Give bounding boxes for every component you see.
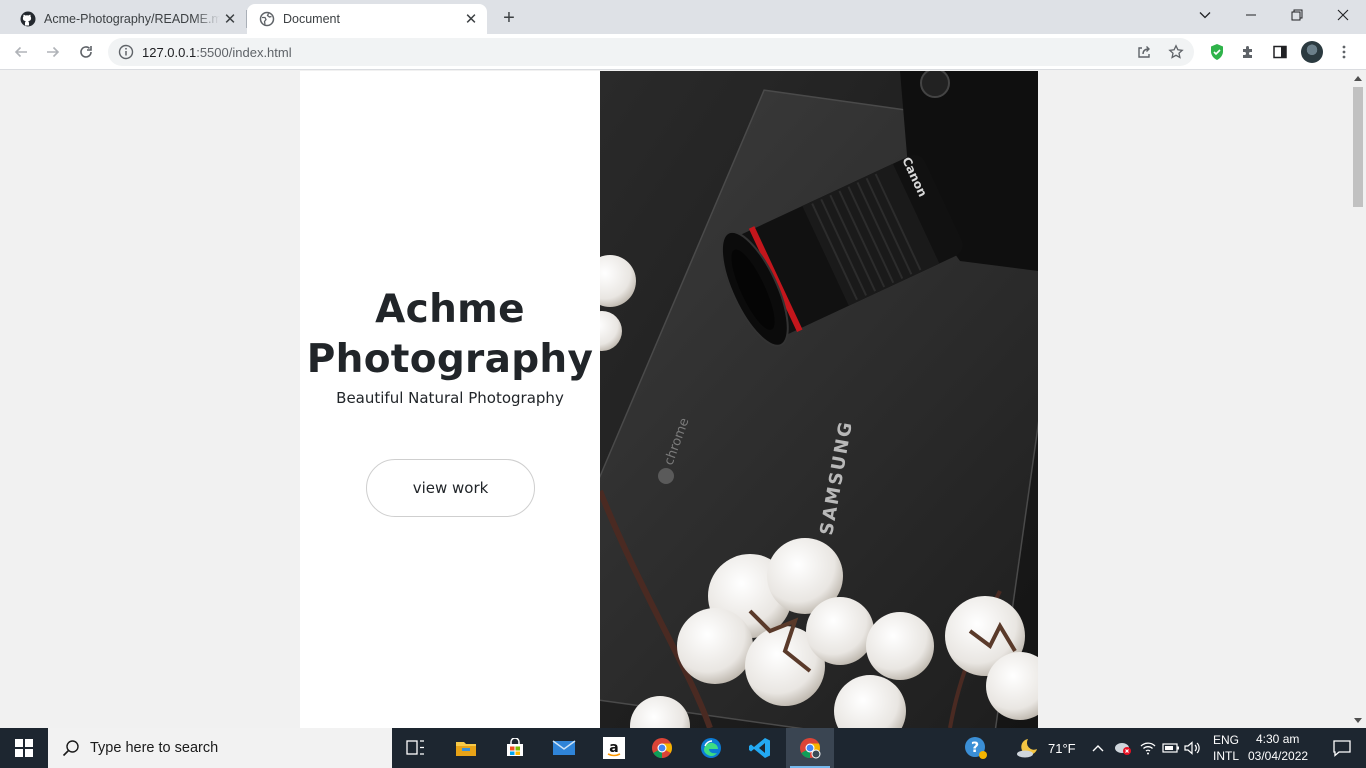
store-icon[interactable] [491,728,539,768]
minimize-icon[interactable] [1228,0,1274,30]
chevron-up-icon[interactable] [1088,728,1108,768]
view-work-button[interactable]: view work [366,459,535,517]
tab-search-icon[interactable] [1182,0,1228,30]
hero-text-panel: Achme Photography Beautiful Natural Phot… [300,71,600,728]
volume-icon[interactable] [1182,728,1204,768]
clock-date[interactable]: 03/04/2022 [1248,749,1308,763]
tab-title: Document [283,12,340,26]
page-viewport: Achme Photography Beautiful Natural Phot… [0,71,1350,728]
new-tab-button[interactable]: + [497,6,521,30]
page-title: Achme Photography [306,287,594,382]
github-icon [20,11,36,27]
svg-text:a: a [609,740,618,756]
back-arrow-icon[interactable] [9,40,33,64]
info-icon[interactable] [118,44,134,60]
close-window-icon[interactable] [1320,0,1366,30]
forward-arrow-icon[interactable] [41,40,65,64]
keyboard-layout[interactable]: INTL [1213,749,1239,763]
hero-photo: chrome SAMSUNG Canon [600,71,1038,728]
windows-start-icon[interactable] [0,728,48,768]
tab-strip: Acme-Photography/README.md ✕ Document ✕ … [0,0,1366,34]
profile-avatar[interactable] [1301,41,1323,63]
search-icon [62,740,79,757]
vertical-scrollbar[interactable] [1350,71,1366,728]
close-icon[interactable]: ✕ [461,9,481,29]
edge-icon[interactable] [687,728,735,768]
scroll-thumb[interactable] [1353,87,1363,207]
url-text: 127.0.0.1:5500/index.html [142,44,292,60]
browser-toolbar: 127.0.0.1:5500/index.html [0,34,1366,70]
amazon-icon[interactable]: a [590,728,638,768]
extensions-puzzle-icon[interactable] [1236,40,1260,64]
adblock-shield-icon[interactable] [1205,40,1229,64]
help-icon[interactable]: ? [952,728,1000,768]
windows-taskbar: Type here to search a ? 71°F ENG INTL 4:… [0,728,1366,768]
vscode-icon[interactable] [736,728,784,768]
language-code[interactable]: ENG [1213,733,1239,747]
notifications-icon[interactable] [1318,728,1366,768]
battery-icon[interactable] [1160,728,1182,768]
close-icon[interactable]: ✕ [220,9,240,29]
globe-icon [259,11,275,27]
scroll-down-arrow-icon[interactable] [1354,718,1362,723]
scroll-up-arrow-icon[interactable] [1354,76,1362,81]
taskbar-search-input[interactable]: Type here to search [48,728,392,768]
side-panel-icon[interactable] [1268,40,1292,64]
network-error-icon[interactable] [1112,728,1134,768]
share-icon[interactable] [1132,40,1156,64]
bookmark-star-icon[interactable] [1164,40,1188,64]
wifi-icon[interactable] [1137,728,1159,768]
chrome-icon[interactable] [638,728,686,768]
kebab-menu-icon[interactable] [1332,40,1356,64]
restore-icon[interactable] [1274,0,1320,30]
weather-moon-icon[interactable] [1004,728,1052,768]
tab-document[interactable]: Document ✕ [247,4,487,34]
tab-readme[interactable]: Acme-Photography/README.md ✕ [8,4,246,34]
weather-temp[interactable]: 71°F [1048,741,1076,756]
page-subtitle: Beautiful Natural Photography [336,389,564,407]
camera-laptop-photo: chrome SAMSUNG Canon [600,71,1038,728]
mail-icon[interactable] [540,728,588,768]
chrome-active-icon[interactable] [786,728,834,768]
reload-icon[interactable] [74,40,98,64]
address-bar[interactable]: 127.0.0.1:5500/index.html [108,38,1194,66]
clock-time[interactable]: 4:30 am [1256,732,1299,746]
svg-text:?: ? [971,740,979,756]
task-view-icon[interactable] [392,728,440,768]
tab-title: Acme-Photography/README.md [44,12,220,26]
search-placeholder: Type here to search [90,740,219,756]
file-explorer-icon[interactable] [442,728,490,768]
